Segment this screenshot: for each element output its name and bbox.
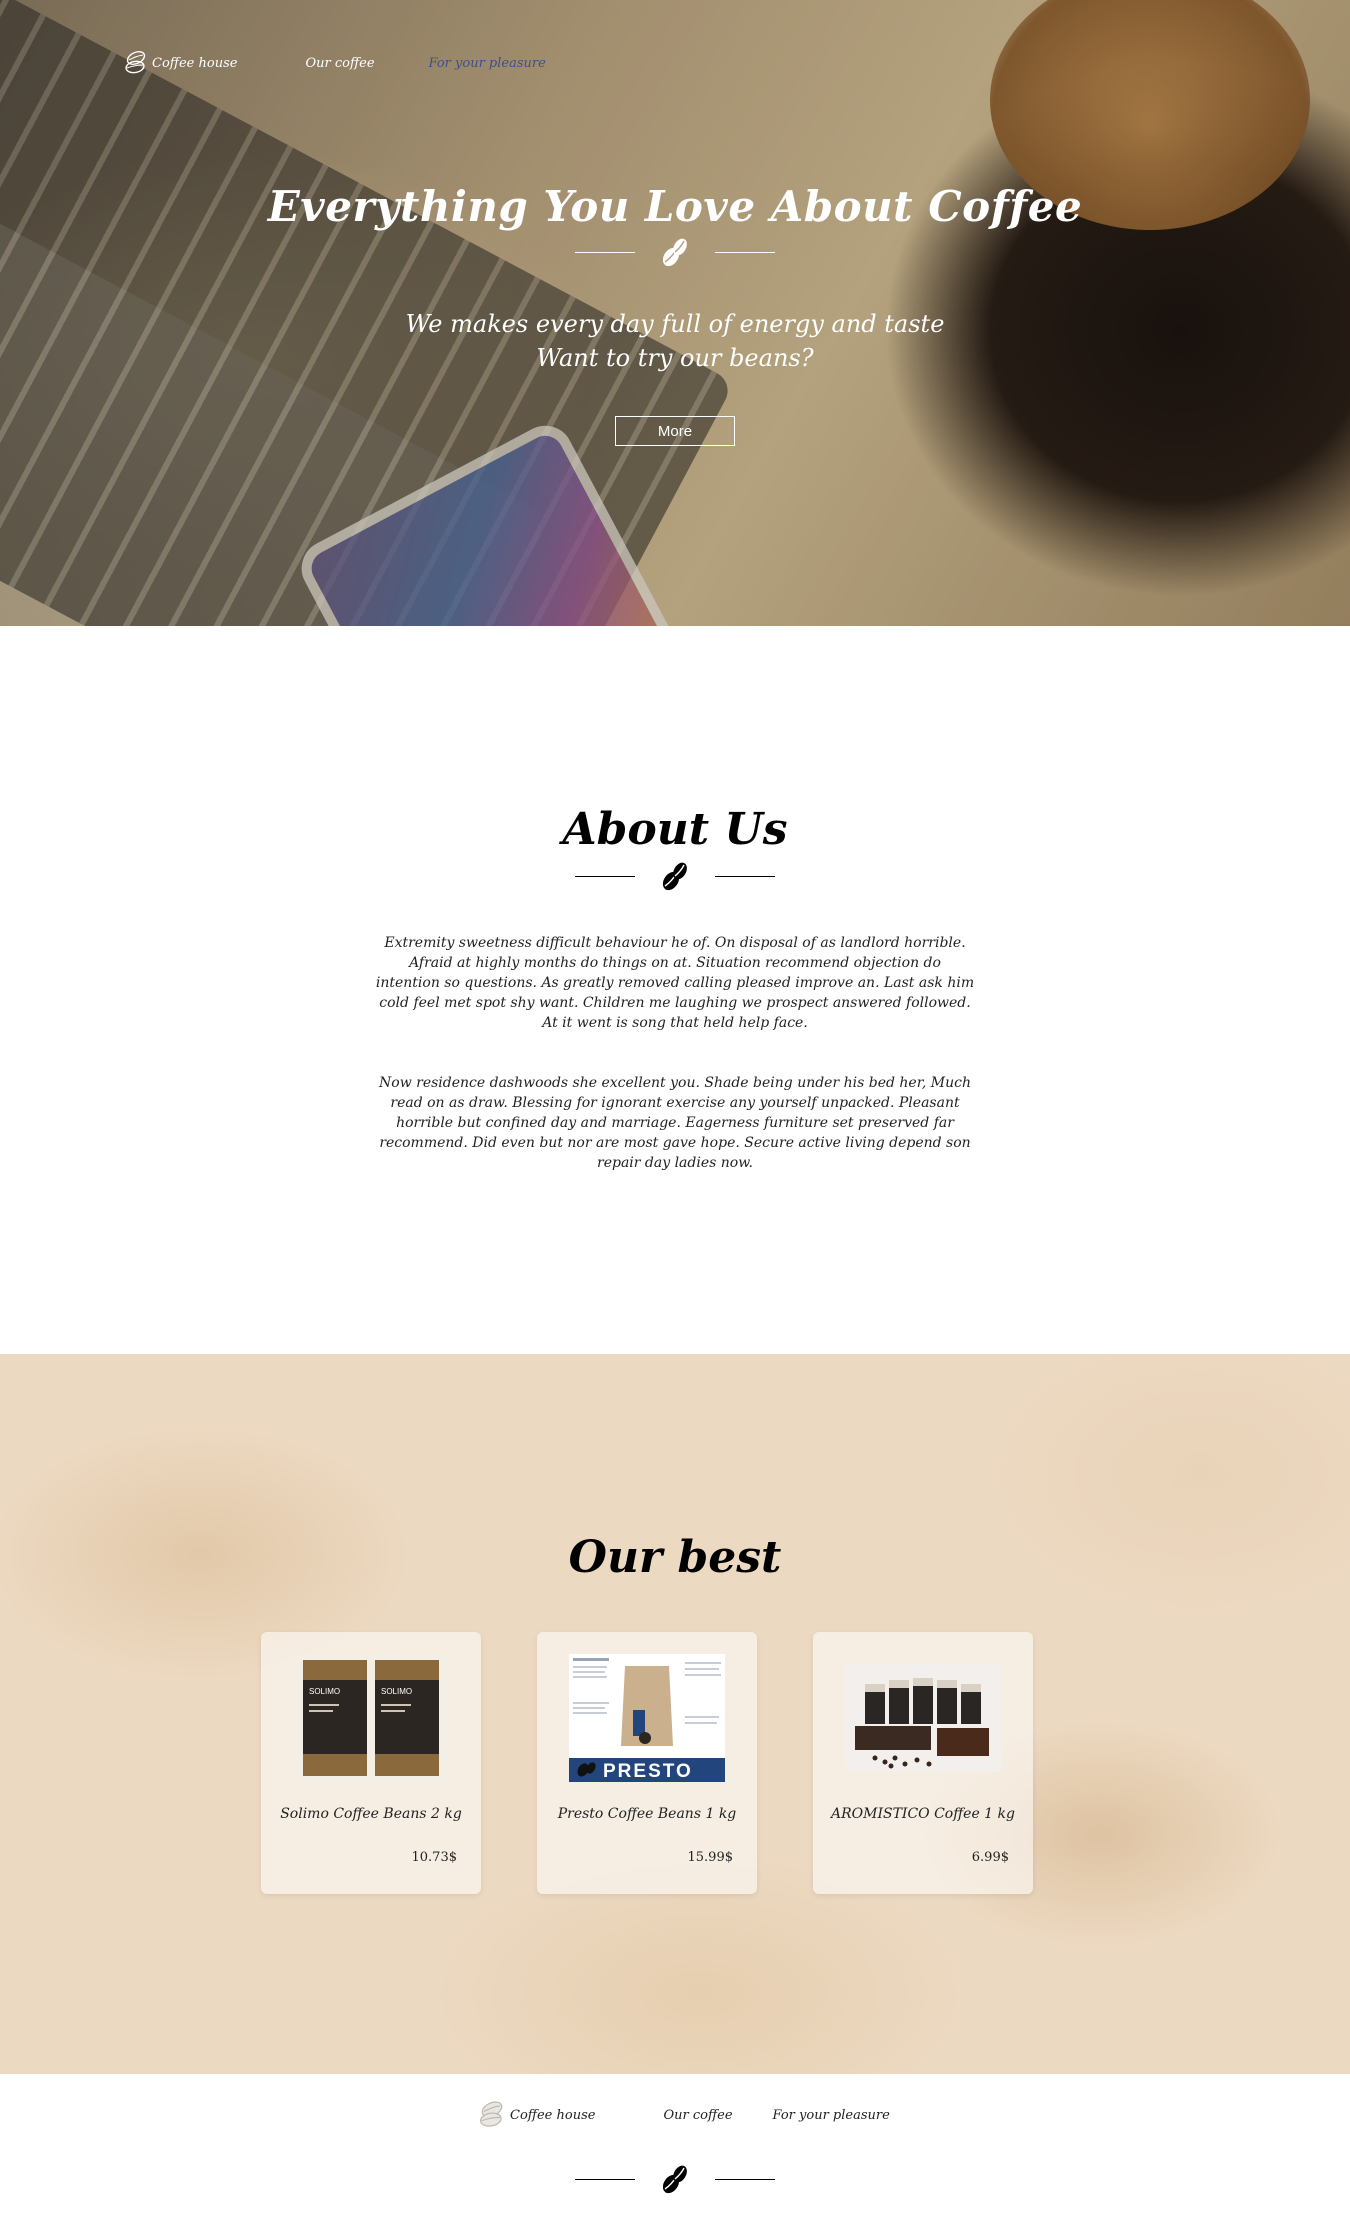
about-paragraph-2: Now residence dashwoods she excellent yo… — [379, 1075, 971, 1171]
footer-link-our-coffee[interactable]: Our coffee — [663, 2108, 732, 2123]
nav-link-our-coffee[interactable]: Our coffee — [305, 56, 374, 71]
coffee-beans-icon — [662, 238, 687, 267]
product-card-solimo[interactable]: SOLIMO SOLIMO Solimo Coffee Beans 2 kg 1… — [261, 1632, 481, 1894]
footer-logo-link[interactable]: Coffee house — [478, 2100, 595, 2130]
hero-title: Everything You Love About Coffee — [267, 182, 1083, 231]
logo-link[interactable]: Coffee house — [124, 50, 237, 76]
about-divider — [575, 860, 775, 894]
footer-logo-text: Coffee house — [510, 2107, 596, 2123]
svg-text:PRESTO: PRESTO — [603, 1761, 693, 1782]
product-price: 15.99$ — [687, 1850, 734, 1865]
product-price: 10.73$ — [411, 1850, 458, 1865]
logo-text: Coffee house — [152, 55, 238, 71]
svg-text:SOLIMO: SOLIMO — [381, 1687, 412, 1696]
best-section: Our best SOLIMO SOLIMO Solimo Coffee Bea… — [0, 1354, 1350, 2074]
aromistico-coffee-image — [845, 1664, 1001, 1772]
svg-text:SOLIMO: SOLIMO — [309, 1687, 340, 1696]
more-button[interactable]: More — [615, 416, 735, 446]
hero-subtitle-line2: Want to try our beans? — [536, 344, 814, 372]
about-paragraph-1: Extremity sweetness difficult behaviour … — [375, 935, 975, 1031]
hero-subtitle-line1: We makes every day full of energy and ta… — [405, 310, 945, 338]
product-card-aromistico[interactable]: AROMISTICO Coffee 1 kg 6.99$ — [813, 1632, 1033, 1894]
coffee-beans-logo-icon — [125, 51, 146, 74]
header-nav: Coffee house Our coffee For your pleasur… — [124, 50, 546, 76]
coffee-beans-icon — [662, 862, 687, 891]
coffee-beans-icon — [662, 2165, 687, 2194]
hero-divider — [575, 236, 775, 270]
footer-link-for-your-pleasure[interactable]: For your pleasure — [773, 2108, 890, 2123]
hero-subtitle: We makes every day full of energy and ta… — [0, 307, 1350, 375]
solimo-coffee-image: SOLIMO SOLIMO — [293, 1654, 449, 1782]
product-price: 6.99$ — [971, 1850, 1009, 1865]
nav-link-for-your-pleasure[interactable]: For your pleasure — [429, 56, 546, 71]
presto-coffee-image: PRESTO — [569, 1654, 725, 1782]
product-name: Solimo Coffee Beans 2 kg — [280, 1806, 462, 1822]
about-title: About Us — [562, 804, 788, 855]
product-name: Presto Coffee Beans 1 kg — [557, 1806, 737, 1822]
product-name: AROMISTICO Coffee 1 kg — [831, 1806, 1015, 1822]
hero-section: Coffee house Our coffee For your pleasur… — [0, 0, 1350, 626]
footer-divider — [575, 2163, 775, 2197]
product-card-presto[interactable]: PRESTO Presto Coffee Beans 1 kg 15.99$ — [537, 1632, 757, 1894]
coffee-beans-logo-icon — [479, 2101, 503, 2127]
best-title: Our best — [568, 1532, 782, 1583]
footer-nav: Coffee house Our coffee For your pleasur… — [478, 2100, 890, 2130]
